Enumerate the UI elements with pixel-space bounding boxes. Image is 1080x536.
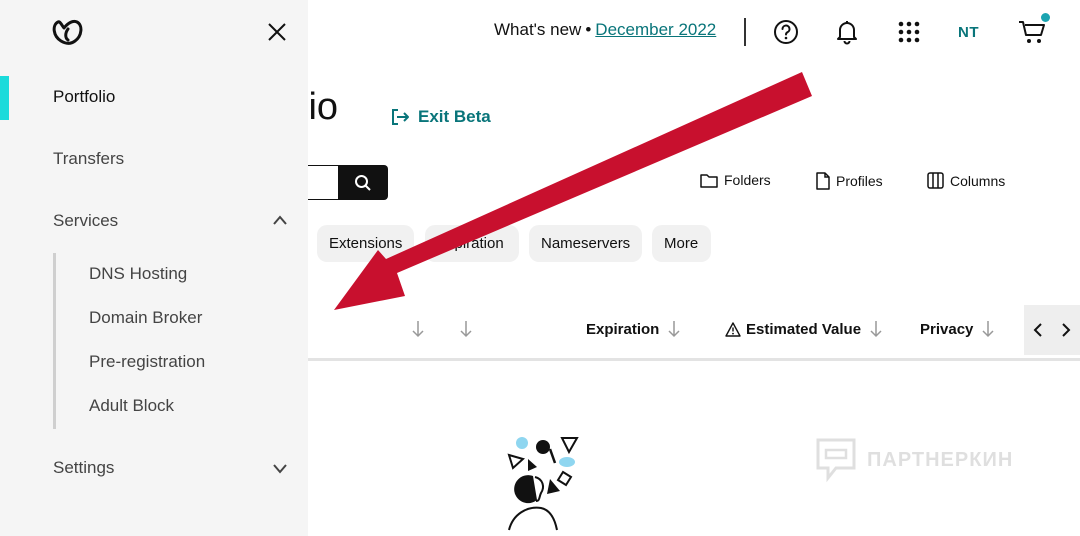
columns-icon [927, 172, 944, 189]
filter-chip-extensions[interactable]: Extensions [317, 225, 414, 262]
watermark-text: ПАРТНЕРКИН [867, 448, 1014, 471]
profiles-label: Profiles [836, 173, 883, 189]
chat-bubble-icon [816, 438, 856, 483]
column-privacy-label: Privacy [920, 320, 974, 338]
whats-new-label: What's new [494, 20, 582, 39]
cart-icon[interactable] [1018, 18, 1046, 46]
sort-down-icon[interactable] [459, 320, 473, 343]
column-expiration-label: Expiration [586, 320, 660, 338]
table-header-divider [300, 358, 1080, 361]
nav-subitem-dns-hosting[interactable]: DNS Hosting [89, 264, 187, 284]
empty-state-illustration [507, 437, 579, 531]
profiles-button[interactable]: Profiles [816, 172, 883, 190]
sort-down-icon [982, 321, 994, 338]
sort-down-icon[interactable] [411, 320, 425, 343]
nav-subitem-pre-registration[interactable]: Pre-registration [89, 352, 205, 372]
nav-item-settings[interactable]: Settings [53, 458, 114, 478]
cart-notification-dot [1041, 13, 1050, 22]
nav-item-services[interactable]: Services [53, 211, 118, 231]
column-pager [1024, 305, 1080, 355]
godaddy-logo-icon [52, 19, 83, 45]
active-indicator [0, 76, 9, 120]
header-divider [744, 18, 746, 46]
search-icon [355, 174, 371, 191]
nav-subitem-adult-block[interactable]: Adult Block [89, 396, 174, 416]
whats-new: What's new • December 2022 [494, 20, 716, 40]
watermark: ПАРТНЕРКИН [815, 437, 1013, 483]
document-icon [816, 172, 830, 190]
sort-down-icon [668, 321, 680, 338]
exit-icon [392, 109, 409, 125]
filter-chip-more[interactable]: More [652, 225, 711, 262]
folder-icon [700, 174, 718, 188]
folders-button[interactable]: Folders [700, 172, 771, 188]
columns-label: Columns [950, 172, 1006, 189]
chevron-up-icon[interactable] [272, 214, 288, 226]
navigation-drawer: Portfolio Transfers Services DNS Hosting… [0, 0, 308, 536]
chevron-left-icon[interactable] [1033, 322, 1043, 338]
column-expiration[interactable]: Expiration [586, 320, 681, 338]
help-icon[interactable] [772, 18, 800, 46]
column-estimated-value[interactable]: Estimated Value [725, 320, 883, 338]
filter-chip-nameservers[interactable]: Nameservers [529, 225, 642, 262]
columns-button[interactable]: Columns [927, 172, 1005, 189]
separator-dot: • [585, 20, 592, 39]
folders-label: Folders [724, 172, 771, 188]
filter-chip-expiration[interactable]: Expiration [425, 225, 519, 262]
nav-item-portfolio[interactable]: Portfolio [53, 87, 115, 107]
chevron-down-icon[interactable] [272, 462, 288, 474]
apps-grid-icon[interactable] [895, 18, 923, 46]
column-privacy[interactable]: Privacy [920, 320, 995, 338]
chevron-right-icon[interactable] [1061, 322, 1071, 338]
services-submenu-rail [53, 253, 56, 429]
nav-item-transfers[interactable]: Transfers [53, 149, 124, 169]
release-link[interactable]: December 2022 [595, 20, 716, 39]
search-button[interactable] [338, 165, 388, 200]
column-estimated-value-label: Estimated Value [746, 320, 862, 338]
account-initials[interactable]: NT [958, 24, 979, 41]
sort-down-icon [870, 321, 882, 338]
bell-icon[interactable] [833, 18, 861, 46]
close-icon[interactable] [266, 21, 288, 43]
exit-beta-label: Exit Beta [418, 107, 491, 126]
exit-beta-button[interactable]: Exit Beta [390, 107, 491, 127]
nav-subitem-domain-broker[interactable]: Domain Broker [89, 308, 202, 328]
warning-icon [725, 321, 741, 337]
